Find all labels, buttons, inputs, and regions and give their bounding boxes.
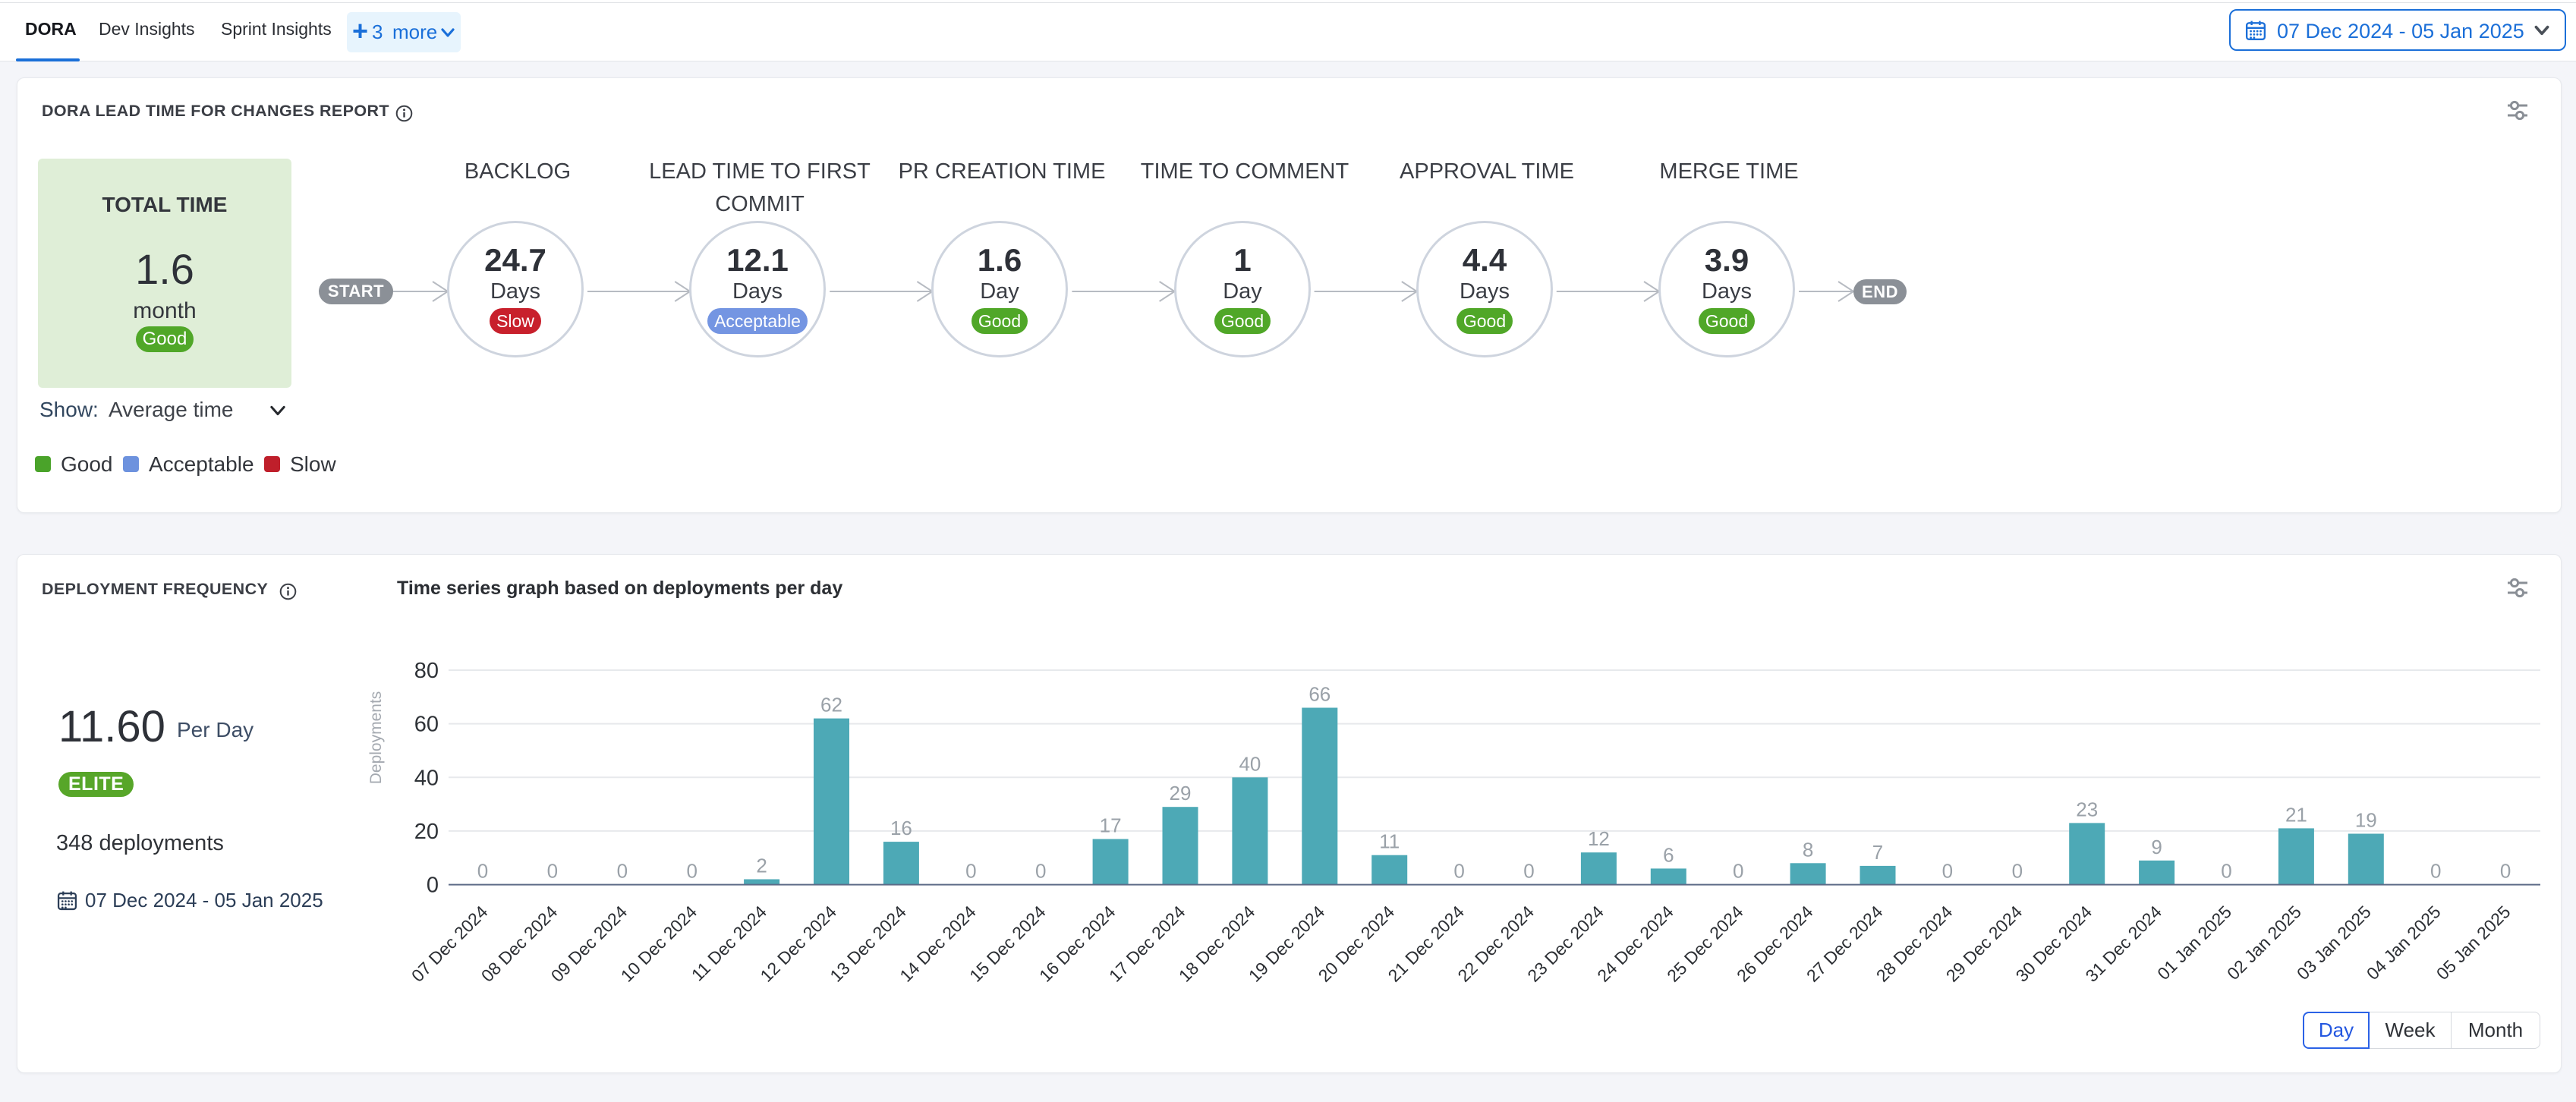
svg-text:6: 6 [1663, 843, 1674, 866]
svg-text:11: 11 [1379, 830, 1400, 853]
svg-text:9: 9 [2151, 836, 2162, 858]
svg-text:0: 0 [547, 860, 558, 883]
svg-text:05 Jan 2025: 05 Jan 2025 [2433, 902, 2515, 984]
svg-text:0: 0 [2500, 860, 2511, 883]
svg-text:0: 0 [2012, 860, 2023, 883]
svg-text:03 Jan 2025: 03 Jan 2025 [2293, 902, 2375, 984]
svg-text:Deployments: Deployments [367, 691, 385, 785]
svg-text:16: 16 [890, 817, 912, 839]
svg-text:0: 0 [686, 860, 697, 883]
svg-text:21: 21 [2285, 803, 2307, 826]
svg-text:0: 0 [1942, 860, 1953, 883]
svg-text:01 Jan 2025: 01 Jan 2025 [2153, 902, 2235, 984]
svg-text:62: 62 [820, 694, 842, 716]
svg-text:2: 2 [756, 855, 767, 877]
svg-text:02 Jan 2025: 02 Jan 2025 [2223, 902, 2305, 984]
svg-text:0: 0 [617, 860, 628, 883]
svg-text:40: 40 [414, 766, 439, 790]
svg-text:0: 0 [1035, 860, 1046, 883]
svg-text:0: 0 [1733, 860, 1743, 883]
svg-text:0: 0 [427, 874, 439, 898]
svg-text:80: 80 [414, 659, 439, 683]
svg-text:0: 0 [1453, 860, 1464, 883]
svg-text:8: 8 [1803, 838, 1813, 861]
svg-text:23: 23 [2076, 798, 2098, 820]
svg-text:29: 29 [1170, 782, 1192, 804]
svg-text:0: 0 [1523, 860, 1534, 883]
svg-text:12: 12 [1588, 827, 1610, 850]
svg-text:0: 0 [477, 860, 488, 883]
svg-text:0: 0 [2221, 860, 2231, 883]
svg-text:7: 7 [1872, 841, 1883, 864]
svg-text:04 Jan 2025: 04 Jan 2025 [2363, 902, 2445, 984]
svg-text:0: 0 [965, 860, 976, 883]
svg-text:60: 60 [414, 713, 439, 737]
svg-text:40: 40 [1239, 752, 1261, 775]
svg-text:0: 0 [2430, 860, 2441, 883]
svg-text:66: 66 [1308, 683, 1331, 706]
svg-text:17: 17 [1100, 814, 1122, 837]
svg-text:20: 20 [414, 820, 439, 844]
svg-text:19: 19 [2355, 809, 2377, 832]
